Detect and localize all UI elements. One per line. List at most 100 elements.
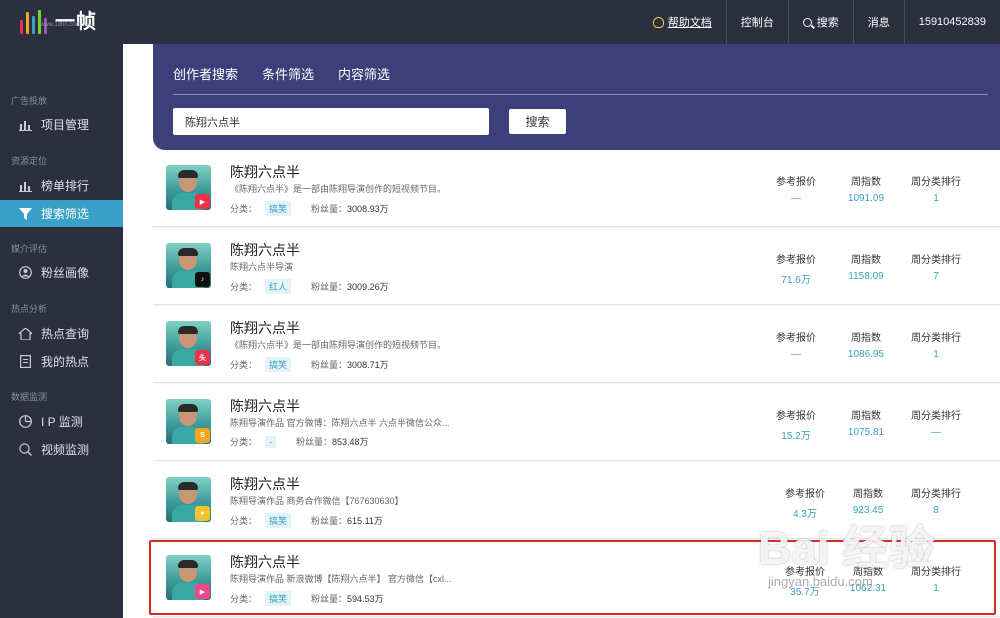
bar-chart-icon [18, 118, 32, 132]
result-row[interactable]: ▶ 陈翔六点半 《陈翔六点半》是一部由陈翔导演创作的短视频节目。 分类： 搞笑 粉丝量：3… [153, 150, 1000, 227]
weekly-rank-value: 1 [933, 349, 939, 360]
tab-condition-filter[interactable]: 条件筛选 [262, 64, 314, 89]
price-header: 参考报价 [776, 333, 816, 344]
price-value: 4.3万 [793, 509, 817, 520]
weekly-index-value: 1086.95 [847, 349, 885, 360]
category-label: 分类： [230, 204, 258, 214]
creator-name[interactable]: 陈翔六点半 [230, 162, 300, 182]
weekly-rank-value: — [931, 427, 941, 438]
search-tabs: 创作者搜索 条件筛选 内容筛选 [173, 64, 390, 89]
sidebar: 广告投放 项目管理 资源定位 榜单排行 搜索筛选 媒介评估 粉丝画像 热点分析 … [0, 44, 123, 618]
result-row[interactable]: ● 陈翔六点半 陈翔导演作品 商务合作微信【767630630】 分类： 搞笑 粉丝量：6… [153, 462, 1000, 539]
top-bar: 一帧 www.1dhn.com 帮助文档 控制台 搜索 消息 159104528… [0, 0, 1000, 44]
weekly-index-value: 1158.09 [848, 271, 884, 282]
creator-description: 《陈翔六点半》是一部由陈翔导演创作的短视频节目。 [230, 184, 447, 194]
user-account[interactable]: 15910452839 [903, 0, 1000, 44]
weekly-rank-header: 周分类排行 [911, 489, 961, 500]
weekly-index-value: 1075.81 [847, 427, 885, 438]
lightbulb-icon [652, 16, 664, 28]
weekly-rank-header: 周分类排行 [911, 255, 961, 266]
fans-label: 粉丝量：3008.71万 [311, 360, 389, 370]
sidebar-item-rankings[interactable]: 榜单排行 [0, 172, 123, 199]
tab-creator-search[interactable]: 创作者搜索 [173, 64, 238, 89]
weekly-rank-value: 7 [933, 271, 939, 282]
search-panel: 创作者搜索 条件筛选 内容筛选 搜索 [153, 44, 1000, 150]
weekly-index-header: 周指数 [851, 333, 881, 344]
sidebar-section-title: 热点分析 [11, 304, 48, 314]
weekly-index-value: 923.45 [852, 505, 884, 516]
home-icon [18, 327, 32, 341]
douyin-icon: ♪ [195, 272, 210, 287]
bar-chart-icon [18, 179, 32, 193]
search-button[interactable]: 搜索 [509, 109, 566, 134]
filter-icon [18, 207, 32, 221]
watermark-url: jingyan.baidu.com [768, 574, 873, 589]
fans-label: 粉丝量：3009.26万 [311, 282, 389, 292]
search-input[interactable] [173, 108, 489, 135]
weekly-rank-value: 8 [933, 505, 939, 516]
fans-count: 615.11万 [347, 516, 383, 526]
search-icon [802, 17, 812, 27]
category-tag: 搞笑 [265, 201, 292, 216]
tab-content-filter[interactable]: 内容筛选 [338, 64, 390, 89]
sidebar-item-ip-monitor[interactable]: I P 监测 [0, 408, 123, 435]
price-value: 15.2万 [781, 431, 811, 442]
fans-label: 粉丝量：615.11万 [311, 516, 383, 526]
user-circle-icon [18, 266, 32, 280]
content-gutter [123, 44, 153, 618]
price-value: 71.6万 [781, 275, 811, 286]
sidebar-section-title: 媒介评估 [11, 244, 48, 254]
category-label: 分类： [230, 516, 258, 526]
pie-icon [18, 415, 32, 429]
sidebar-item-fan-profile[interactable]: 粉丝画像 [0, 259, 123, 286]
kuaishou-icon: S [195, 428, 210, 443]
category-label: 分类： [230, 282, 258, 292]
fans-label: 粉丝量：853.48万 [296, 437, 369, 447]
weekly-rank-header: 周分类排行 [911, 333, 961, 344]
creator-name[interactable]: 陈翔六点半 [230, 318, 300, 338]
creator-meta: 分类： 搞笑 粉丝量：3008.93万 [230, 201, 389, 216]
result-row[interactable]: ♪ 陈翔六点半 陈翔六点半导演 分类： 红人 粉丝量：3009.26万 参考报价 周指数 周分类… [153, 228, 1000, 305]
creator-description: 陈翔导演作品 官方微博：陈翔六点半 六点半微信公众... [230, 418, 450, 428]
sidebar-item-my-hotspots[interactable]: 我的热点 [0, 348, 123, 375]
weekly-index-header: 周指数 [853, 489, 883, 500]
help-docs-link[interactable]: 帮助文档 [639, 0, 726, 44]
creator-name[interactable]: 陈翔六点半 [230, 474, 300, 494]
result-row[interactable]: 头 陈翔六点半 《陈翔六点半》是一部由陈翔导演创作的短视频节目。 分类： 搞笑 粉丝量：3… [153, 306, 1000, 383]
sidebar-section-title: 资源定位 [11, 156, 48, 166]
miaopai-icon: ● [195, 506, 210, 521]
creator-meta: 分类： 红人 粉丝量：3009.26万 [230, 279, 389, 294]
creator-name[interactable]: 陈翔六点半 [230, 396, 300, 416]
toutiao-icon: 头 [195, 350, 210, 365]
tab-divider [173, 94, 988, 95]
sidebar-item-video-monitor[interactable]: 视频监测 [0, 436, 123, 463]
creator-meta: 分类： 搞笑 粉丝量：615.11万 [230, 513, 383, 528]
search-icon [18, 443, 32, 457]
price-value: — [791, 349, 801, 360]
result-row[interactable]: S 陈翔六点半陈翔导演作品 官方微博：陈翔六点半 六点半微信公众... 分类： - 粉丝… [153, 384, 1000, 461]
weekly-index-value: 1091.09 [847, 193, 885, 204]
top-search-button[interactable]: 搜索 [787, 0, 853, 44]
sidebar-item-hot-query[interactable]: 热点查询 [0, 320, 123, 347]
creator-name[interactable]: 陈翔六点半 [230, 240, 300, 260]
category-label: 分类： [230, 437, 258, 447]
sidebar-item-project-management[interactable]: 项目管理 [0, 111, 123, 138]
sidebar-section-title: 数据监测 [11, 392, 48, 402]
weekly-rank-value: 1 [933, 193, 939, 204]
creator-description: 《陈翔六点半》是一部由陈翔导演创作的短视频节目。 [230, 340, 447, 350]
messages-link[interactable]: 消息 [852, 0, 904, 44]
app-url: www.1dhn.com [40, 22, 81, 28]
fans-count: 3009.26万 [347, 282, 389, 292]
category-tag: 搞笑 [265, 357, 292, 372]
price-value: — [791, 193, 801, 204]
category-tag: 红人 [265, 279, 292, 294]
sidebar-item-search-filter[interactable]: 搜索筛选 [0, 200, 123, 227]
price-header: 参考报价 [776, 255, 816, 266]
category-tag: - [265, 435, 277, 448]
fans-count: 853.48万 [332, 437, 369, 447]
weekly-index-header: 周指数 [851, 177, 881, 188]
category-tag: 搞笑 [265, 513, 292, 528]
fans-count: 3008.93万 [347, 204, 389, 214]
console-link[interactable]: 控制台 [725, 0, 788, 44]
creator-meta: 分类： 搞笑 粉丝量：3008.71万 [230, 357, 389, 372]
